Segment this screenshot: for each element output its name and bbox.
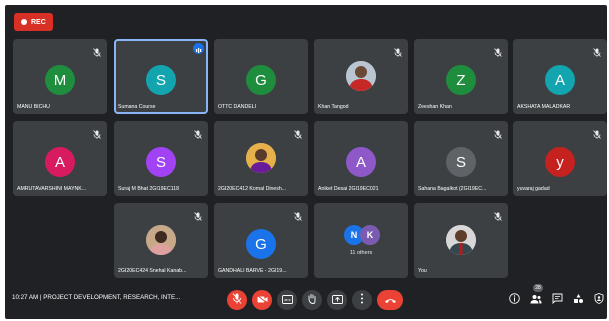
participant-name: AMRUTAVARSHINI MAYNK...	[17, 186, 87, 192]
activities-button[interactable]	[571, 293, 585, 307]
record-dot-icon	[21, 19, 27, 25]
more-options-button[interactable]	[352, 290, 372, 310]
raise-hand-button[interactable]	[302, 290, 322, 310]
avatar: y	[545, 147, 575, 177]
mic-off-icon	[194, 208, 202, 221]
chat-button[interactable]	[550, 293, 564, 307]
profile-photo	[446, 225, 476, 255]
mic-off-icon	[294, 126, 302, 139]
participant-tile-speaking[interactable]: S Sumana Course	[114, 39, 208, 114]
recording-indicator: REC	[14, 13, 53, 31]
participant-name: OTTC DANDELI	[218, 104, 257, 110]
profile-photo	[346, 61, 376, 91]
mic-off-icon	[93, 44, 101, 57]
captions-button[interactable]	[277, 290, 297, 310]
participant-tile[interactable]: G OTTC DANDELI	[214, 39, 308, 114]
captions-icon	[281, 291, 293, 309]
mic-off-icon	[494, 126, 502, 139]
avatar: G	[246, 65, 276, 95]
self-tile[interactable]: You	[414, 203, 508, 278]
camera-toggle-button[interactable]	[252, 290, 272, 310]
mic-off-icon	[294, 208, 302, 221]
recording-label: REC	[31, 18, 46, 26]
participant-name: Suraj M Bhat 2GI19EC118	[118, 186, 180, 192]
participant-name: 2GI20EC412 Komal Dinesh...	[218, 186, 287, 192]
participant-name: Sumana Course	[118, 104, 156, 110]
participant-tile[interactable]: Khan Tangod	[314, 39, 408, 114]
leave-call-button[interactable]	[377, 290, 403, 310]
clock-time: 10:27 AM	[12, 294, 39, 301]
avatar: S	[146, 65, 176, 95]
others-tile[interactable]: N K 11 others	[314, 203, 408, 278]
profile-photo	[146, 225, 176, 255]
meeting-title: PROJECT DEVELOPMENT, RESEARCH, INTE...	[43, 294, 181, 301]
participant-tile[interactable]: A AMRUTAVARSHINI MAYNK...	[13, 121, 107, 196]
avatar: K	[360, 225, 380, 245]
bottom-toolbar: 10:27 AM | PROJECT DEVELOPMENT, RESEARCH…	[5, 284, 607, 319]
participant-name: Khan Tangod	[318, 104, 349, 110]
participant-name: Aniket Desai 2GI19EC021	[318, 186, 379, 192]
more-vert-icon	[360, 291, 364, 309]
separator: |	[39, 294, 42, 301]
participant-name: Sahana Bagalkot (2GI19EC...	[418, 186, 487, 192]
participant-name: Zeeshan Khan	[418, 104, 452, 110]
avatar: A	[346, 147, 376, 177]
people-button[interactable]	[529, 293, 543, 307]
avatar: Z	[446, 65, 476, 95]
participant-name: AKSHATA MALADKAR	[517, 104, 571, 110]
mic-off-icon	[593, 126, 601, 139]
speaking-indicator-icon	[193, 43, 204, 54]
meeting-info-button[interactable]	[507, 293, 521, 307]
avatar: S	[446, 147, 476, 177]
camera-off-icon	[256, 291, 268, 309]
participant-name: 2GI20EC424 Snehal Kanab...	[118, 268, 187, 274]
host-controls-button[interactable]	[592, 293, 606, 307]
mic-off-icon	[394, 44, 402, 57]
avatar: A	[45, 147, 75, 177]
meeting-stage: REC M MANU BICHU S Sumana Course G OTTC …	[5, 5, 607, 319]
participant-tile[interactable]: 2GI20EC424 Snehal Kanab...	[114, 203, 208, 278]
mic-off-icon	[494, 208, 502, 221]
participant-count-badge: 28	[533, 284, 543, 292]
avatar: M	[45, 65, 75, 95]
mic-toggle-button[interactable]	[227, 290, 247, 310]
activities-icon	[573, 291, 584, 309]
present-icon	[331, 291, 343, 309]
participant-tile[interactable]: S Sahana Bagalkot (2GI19EC...	[414, 121, 508, 196]
profile-photo	[246, 143, 276, 173]
present-button[interactable]	[327, 290, 347, 310]
meeting-details: 10:27 AM | PROJECT DEVELOPMENT, RESEARCH…	[12, 294, 180, 301]
participant-tile[interactable]: Z Zeeshan Khan	[414, 39, 508, 114]
mic-off-icon	[494, 44, 502, 57]
participant-tile[interactable]: y yuvaraj gadad	[513, 121, 607, 196]
participant-name: MANU BICHU	[17, 104, 50, 110]
participant-name: GANDHALI BARVE - 2GI19...	[218, 268, 287, 274]
participant-tile[interactable]: M MANU BICHU	[13, 39, 107, 114]
people-icon	[530, 291, 542, 309]
participant-tile[interactable]: S Suraj M Bhat 2GI19EC118	[114, 121, 208, 196]
participant-tile[interactable]: A Aniket Desai 2GI19EC021	[314, 121, 408, 196]
mic-off-icon	[194, 126, 202, 139]
participant-tile[interactable]: G GANDHALI BARVE - 2GI19...	[214, 203, 308, 278]
mic-off-icon	[232, 291, 242, 309]
avatar: A	[545, 65, 575, 95]
participant-tile[interactable]: 2GI20EC412 Komal Dinesh...	[214, 121, 308, 196]
participant-name: You	[418, 268, 427, 274]
others-count: 11 others	[349, 250, 373, 256]
mic-off-icon	[593, 44, 601, 57]
info-icon	[508, 291, 520, 309]
participant-name: yuvaraj gadad	[517, 186, 550, 192]
raise-hand-icon	[307, 291, 317, 309]
call-end-icon	[384, 291, 397, 309]
mic-off-icon	[93, 126, 101, 139]
host-controls-icon	[594, 291, 604, 309]
avatar: G	[246, 229, 276, 259]
chat-icon	[552, 291, 563, 309]
participant-tile[interactable]: A AKSHATA MALADKAR	[513, 39, 607, 114]
avatar: S	[146, 147, 176, 177]
